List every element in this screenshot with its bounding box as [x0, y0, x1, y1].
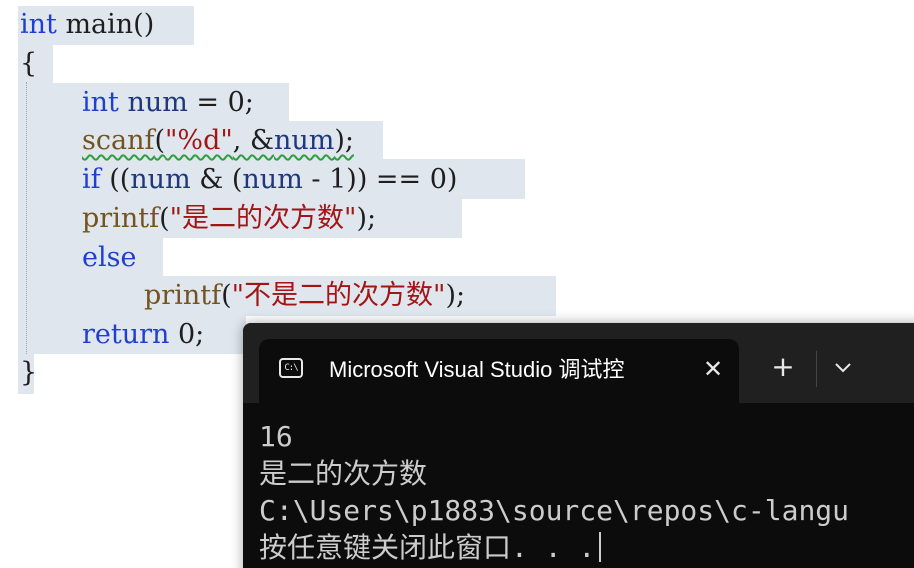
keyword: return	[82, 319, 170, 350]
chevron-down-icon[interactable]	[828, 353, 858, 383]
debug-console-window[interactable]: C:\ Microsoft Visual Studio 调试控 ✕ + 16 是…	[243, 323, 914, 568]
function-name: printf	[144, 280, 222, 311]
terminal-line: 16	[259, 420, 293, 453]
code-text: );	[445, 280, 466, 311]
code-text: }	[20, 357, 38, 388]
code-text: ((	[100, 164, 131, 195]
code-line-1[interactable]: int main()	[20, 6, 154, 44]
divider	[816, 351, 817, 387]
identifier: num	[274, 125, 335, 156]
code-line-5[interactable]: if ((num & (num - 1)) == 0)	[82, 161, 457, 199]
keyword: int	[82, 87, 119, 118]
terminal-icon: C:\	[279, 358, 303, 378]
terminal-line-text: 按任意键关闭此窗口. . .	[259, 531, 596, 564]
code-line-9[interactable]: return 0;	[82, 316, 204, 354]
code-text: , &	[232, 125, 274, 156]
identifier: num	[130, 164, 191, 195]
code-line-10[interactable]: }	[20, 354, 37, 392]
terminal-line-prompt: 按任意键关闭此窗口. . .	[259, 529, 849, 566]
keyword: int	[20, 9, 57, 40]
terminal-output[interactable]: 16 是二的次方数 C:\Users\p1883\source\repos\c-…	[259, 418, 849, 566]
code-line-7[interactable]: else	[82, 239, 136, 277]
keyword: if	[82, 164, 101, 195]
code-line-6[interactable]: printf("是二的次方数");	[82, 200, 376, 238]
code-line-8[interactable]: printf("不是二的次方数");	[144, 277, 465, 315]
code-text: (	[221, 280, 232, 311]
code-text: main()	[56, 9, 155, 40]
code-line-4[interactable]: scanf("%d", &num);	[82, 122, 354, 160]
code-text: 0;	[169, 319, 205, 350]
identifier: num	[242, 164, 303, 195]
screenshot: int main() { int num = 0; scanf("%d", &n…	[0, 0, 914, 568]
keyword: else	[82, 242, 137, 273]
indent-guide	[26, 82, 27, 354]
code-text: );	[334, 125, 355, 156]
code-text: = 0;	[187, 87, 254, 118]
plus-icon[interactable]: +	[767, 351, 799, 383]
warning-squiggle[interactable]: scanf("%d", &num);	[82, 125, 354, 156]
code-text: (	[154, 125, 166, 156]
code-text: - 1)) == 0)	[302, 164, 458, 195]
tab-title: Microsoft Visual Studio 调试控	[329, 357, 625, 382]
code-text: );	[356, 203, 377, 234]
close-icon[interactable]: ✕	[701, 354, 725, 384]
code-line-3[interactable]: int num = 0;	[82, 84, 254, 122]
string-literal: "%d"	[165, 125, 233, 156]
identifier: num	[118, 87, 188, 118]
function-name: scanf	[82, 125, 155, 156]
string-literal: "不是二的次方数"	[231, 280, 446, 311]
terminal-line: C:\Users\p1883\source\repos\c-langu	[259, 494, 850, 527]
tab-debug-console[interactable]: C:\ Microsoft Visual Studio 调试控 ✕	[259, 339, 739, 403]
string-literal: "是二的次方数"	[169, 203, 357, 234]
tab-bar: C:\ Microsoft Visual Studio 调试控 ✕ +	[243, 323, 914, 403]
code-line-2[interactable]: {	[20, 45, 37, 83]
text-cursor	[599, 532, 602, 562]
terminal-line: 是二的次方数	[259, 457, 428, 490]
code-text: & (	[190, 164, 243, 195]
code-text: {	[20, 48, 38, 79]
function-name: printf	[82, 203, 160, 234]
chevron-down-icon-svg	[835, 363, 851, 373]
code-text: (	[159, 203, 170, 234]
